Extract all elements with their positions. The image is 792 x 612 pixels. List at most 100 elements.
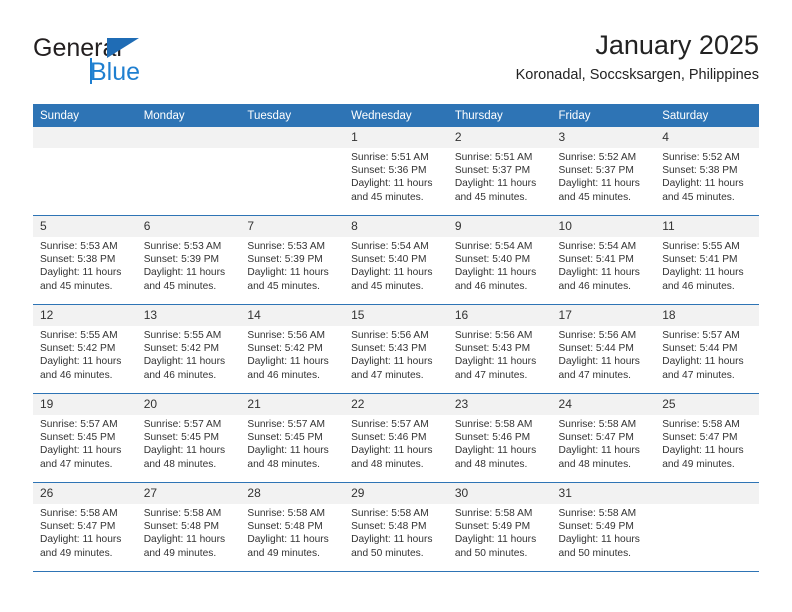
page-subtitle: Koronadal, Soccsksargen, Philippines [515,67,759,83]
sunrise-text: Sunrise: 5:58 AM [662,419,740,430]
calendar-day-cell[interactable]: 21 Sunrise: 5:57 AM Sunset: 5:45 PM Dayligh… [240,393,345,483]
daylight-text: Daylight: 11 hours and 49 minutes. [247,534,329,559]
day-sun-info: Sunrise: 5:54 AM Sunset: 5:40 PM Daylight:… [448,237,552,293]
calendar-day-cell[interactable]: 4 Sunrise: 5:52 AM Sunset: 5:38 PM Daylight… [655,127,759,216]
day-number: 31 [551,483,656,504]
day-sun-info: Sunrise: 5:57 AM Sunset: 5:45 PM Daylight:… [240,415,344,471]
day-number: 28 [240,483,345,504]
sunset-text: Sunset: 5:43 PM [351,343,427,355]
daylight-text: Daylight: 11 hours and 45 minutes. [662,178,744,203]
day-sun-info: Sunrise: 5:58 AM Sunset: 5:48 PM Daylight:… [240,504,344,560]
sunset-text: Sunset: 5:41 PM [662,254,738,266]
day-sun-info: Sunrise: 5:57 AM Sunset: 5:45 PM Daylight:… [137,415,241,471]
calendar-day-cell[interactable]: 7 Sunrise: 5:53 AM Sunset: 5:39 PM Daylight… [240,215,345,305]
calendar-day-cell[interactable]: 16 Sunrise: 5:56 AM Sunset: 5:43 PM Dayligh… [447,304,552,394]
day-sun-info: Sunrise: 5:58 AM Sunset: 5:49 PM Daylight:… [552,504,656,560]
calendar-week-row: 5 Sunrise: 5:53 AM Sunset: 5:38 PM Daylight… [33,215,759,305]
daylight-text: Daylight: 11 hours and 45 minutes. [558,178,640,203]
sunset-text: Sunset: 5:47 PM [40,521,116,533]
general-blue-logo[interactable]: General Blue [33,34,213,90]
sunset-text: Sunset: 5:38 PM [40,254,116,266]
day-cell-content: 4 Sunrise: 5:52 AM Sunset: 5:38 PM Daylight… [655,127,759,215]
calendar-day-cell[interactable]: 9 Sunrise: 5:54 AM Sunset: 5:40 PM Daylight… [447,215,552,305]
calendar-day-cell[interactable]: 14 Sunrise: 5:56 AM Sunset: 5:42 PM Dayligh… [240,304,345,394]
calendar-day-cell[interactable]: 22 Sunrise: 5:57 AM Sunset: 5:46 PM Dayligh… [344,393,448,483]
sunrise-text: Sunrise: 5:58 AM [143,508,222,519]
daylight-text: Daylight: 11 hours and 49 minutes. [662,445,744,470]
day-sun-info: Sunrise: 5:55 AM Sunset: 5:42 PM Daylight:… [137,326,241,382]
calendar-day-cell[interactable]: 15 Sunrise: 5:56 AM Sunset: 5:43 PM Dayligh… [344,304,448,394]
day-sun-info: Sunrise: 5:58 AM Sunset: 5:47 PM Daylight:… [33,504,137,560]
calendar-day-cell[interactable]: 30 Sunrise: 5:58 AM Sunset: 5:49 PM Dayligh… [447,482,552,572]
daylight-text: Daylight: 11 hours and 46 minutes. [454,267,537,292]
day-cell-content: 18 Sunrise: 5:57 AM Sunset: 5:44 PM Dayligh… [655,305,759,393]
calendar-day-cell[interactable]: 24 Sunrise: 5:58 AM Sunset: 5:47 PM Dayligh… [551,393,656,483]
calendar-day-cell[interactable]: 17 Sunrise: 5:56 AM Sunset: 5:44 PM Dayligh… [551,304,656,394]
daylight-text: Daylight: 11 hours and 45 minutes. [40,267,122,292]
day-cell-content: 27 Sunrise: 5:58 AM Sunset: 5:48 PM Dayligh… [136,483,241,571]
sunset-text: Sunset: 5:42 PM [40,343,116,355]
day-number: 21 [240,394,345,415]
calendar-day-cell[interactable]: 25 Sunrise: 5:58 AM Sunset: 5:47 PM Dayligh… [655,393,759,483]
daylight-text: Daylight: 11 hours and 48 minutes. [558,445,640,470]
sunset-text: Sunset: 5:38 PM [662,165,738,177]
day-cell-content: 1 Sunrise: 5:51 AM Sunset: 5:36 PM Daylight… [344,127,448,215]
sunset-text: Sunset: 5:42 PM [143,343,220,355]
day-number: 11 [655,216,759,237]
sunset-text: Sunset: 5:49 PM [558,521,634,533]
day-cell-content: 19 Sunrise: 5:57 AM Sunset: 5:45 PM Dayligh… [33,394,137,482]
day-number: 15 [344,305,448,326]
day-number: 5 [33,216,137,237]
sunrise-text: Sunrise: 5:57 AM [40,419,118,430]
day-cell-content: 10 Sunrise: 5:54 AM Sunset: 5:41 PM Dayligh… [551,216,656,304]
sunrise-text: Sunrise: 5:53 AM [40,241,118,252]
sunrise-text: Sunrise: 5:58 AM [454,508,533,519]
calendar-day-cell[interactable]: 1 Sunrise: 5:51 AM Sunset: 5:36 PM Daylight… [344,127,448,216]
sunrise-text: Sunrise: 5:56 AM [247,330,325,341]
day-number: 22 [344,394,448,415]
calendar-day-cell[interactable]: 2 Sunrise: 5:51 AM Sunset: 5:37 PM Daylight… [447,127,552,216]
daylight-text: Daylight: 11 hours and 45 minutes. [351,267,433,292]
day-cell-content: 23 Sunrise: 5:58 AM Sunset: 5:46 PM Dayligh… [447,394,552,482]
day-number [33,127,137,148]
day-number: 2 [447,127,552,148]
calendar-day-cell[interactable]: 11 Sunrise: 5:55 AM Sunset: 5:41 PM Dayligh… [655,215,759,305]
daylight-text: Daylight: 11 hours and 50 minutes. [454,534,537,559]
calendar-day-cell[interactable]: 8 Sunrise: 5:54 AM Sunset: 5:40 PM Daylight… [344,215,448,305]
daylight-text: Daylight: 11 hours and 50 minutes. [351,534,433,559]
day-sun-info: Sunrise: 5:58 AM Sunset: 5:47 PM Daylight:… [655,415,759,471]
calendar-body: 1 Sunrise: 5:51 AM Sunset: 5:36 PM Daylight… [33,127,759,572]
daylight-text: Daylight: 11 hours and 47 minutes. [351,356,433,381]
sunset-text: Sunset: 5:46 PM [454,432,531,444]
sunset-text: Sunset: 5:41 PM [558,254,634,266]
calendar-day-cell[interactable]: 29 Sunrise: 5:58 AM Sunset: 5:48 PM Dayligh… [344,482,448,572]
sunset-text: Sunset: 5:43 PM [454,343,531,355]
calendar-day-cell[interactable]: 13 Sunrise: 5:55 AM Sunset: 5:42 PM Dayligh… [136,304,241,394]
sunrise-text: Sunrise: 5:56 AM [558,330,637,341]
day-number: 18 [655,305,759,326]
calendar-day-cell[interactable]: 10 Sunrise: 5:54 AM Sunset: 5:41 PM Dayligh… [551,215,656,305]
daylight-text: Daylight: 11 hours and 46 minutes. [247,356,329,381]
day-number: 4 [655,127,759,148]
calendar-day-cell[interactable]: 18 Sunrise: 5:57 AM Sunset: 5:44 PM Dayligh… [655,304,759,394]
day-sun-info: Sunrise: 5:52 AM Sunset: 5:37 PM Daylight:… [552,148,656,204]
sunset-text: Sunset: 5:47 PM [662,432,738,444]
sunrise-text: Sunrise: 5:53 AM [143,241,222,252]
day-sun-info: Sunrise: 5:57 AM Sunset: 5:44 PM Daylight:… [655,326,759,382]
calendar-day-cell[interactable]: 23 Sunrise: 5:58 AM Sunset: 5:46 PM Dayligh… [447,393,552,483]
day-sun-info: Sunrise: 5:51 AM Sunset: 5:36 PM Daylight:… [344,148,448,204]
day-number: 9 [447,216,552,237]
calendar-day-cell[interactable]: 12 Sunrise: 5:55 AM Sunset: 5:42 PM Dayligh… [33,304,137,394]
calendar-day-cell[interactable]: 6 Sunrise: 5:53 AM Sunset: 5:39 PM Daylight… [136,215,241,305]
calendar-day-cell[interactable]: 28 Sunrise: 5:58 AM Sunset: 5:48 PM Dayligh… [240,482,345,572]
sunrise-text: Sunrise: 5:54 AM [558,241,637,252]
daylight-text: Daylight: 11 hours and 48 minutes. [247,445,329,470]
calendar-day-cell[interactable]: 26 Sunrise: 5:58 AM Sunset: 5:47 PM Dayligh… [33,482,137,572]
calendar-day-cell[interactable]: 27 Sunrise: 5:58 AM Sunset: 5:48 PM Dayligh… [136,482,241,572]
day-sun-info: Sunrise: 5:56 AM Sunset: 5:43 PM Daylight:… [448,326,552,382]
calendar-day-cell[interactable]: 3 Sunrise: 5:52 AM Sunset: 5:37 PM Daylight… [551,127,656,216]
calendar-day-cell[interactable]: 19 Sunrise: 5:57 AM Sunset: 5:45 PM Dayligh… [33,393,137,483]
calendar-day-cell[interactable]: 31 Sunrise: 5:58 AM Sunset: 5:49 PM Dayligh… [551,482,656,572]
calendar-day-cell[interactable]: 5 Sunrise: 5:53 AM Sunset: 5:38 PM Daylight… [33,215,137,305]
calendar-day-cell[interactable]: 20 Sunrise: 5:57 AM Sunset: 5:45 PM Dayligh… [136,393,241,483]
